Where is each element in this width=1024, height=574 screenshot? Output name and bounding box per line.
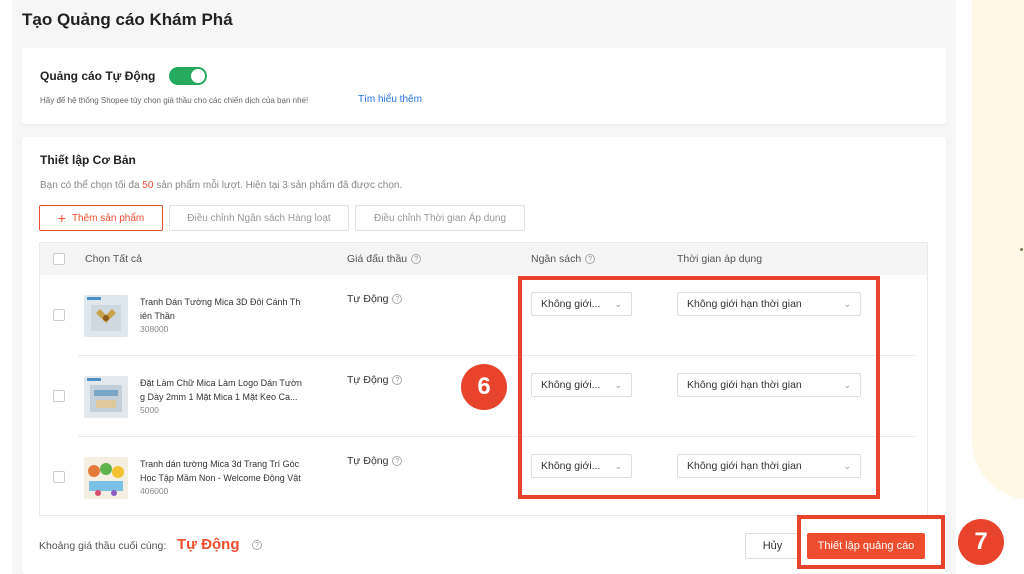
table-header: Chọn Tất cả Giá đấu thầu? Ngân sách? Thờ… [40, 243, 927, 275]
col-time-label: Thời gian áp dụng [677, 253, 763, 265]
step-6-badge: 6 [461, 364, 507, 410]
bid-label: Tự Động [347, 374, 389, 386]
product-name-line: Đặt Làm Chữ Mica Làm Logo Dán Tườn [140, 378, 302, 388]
product-limit-text: Bạn có thể chọn tối đa 50 sản phẩm mỗi l… [40, 180, 402, 191]
product-price: 5000 [140, 405, 159, 415]
product-name-line: Học Tập Mầm Non - Welcome Động Vật [140, 473, 301, 483]
bulk-time-button[interactable]: Điều chỉnh Thời gian Áp dụng [355, 205, 525, 231]
bid-value: Tự Động? [347, 293, 403, 305]
learn-more-link[interactable]: Tìm hiểu thêm [358, 94, 422, 105]
limit-prefix: Bạn có thể chọn tối đa [40, 180, 143, 191]
side-dot [1020, 248, 1023, 251]
bulk-budget-button[interactable]: Điều chỉnh Ngân sách Hàng loạt [169, 205, 349, 231]
help-icon[interactable]: ? [252, 540, 262, 550]
page-title: Tạo Quảng cáo Khám Phá [22, 10, 233, 29]
bid-label: Tự Động [347, 455, 389, 467]
limit-suffix: sản phẩm mỗi lượt. Hiện tại 3 sản phẩm đ… [153, 180, 403, 191]
product-thumbnail [84, 376, 128, 418]
bid-label: Tự Động [347, 293, 389, 305]
bid-value: Tự Động? [347, 374, 403, 386]
select-all-checkbox[interactable] [53, 253, 65, 265]
product-name-line: g Dày 2mm 1 Mặt Mica 1 Mặt Keo Ca... [140, 392, 298, 402]
help-icon[interactable]: ? [392, 375, 403, 385]
auto-ads-toggle[interactable] [169, 67, 207, 85]
step-7-highlight [797, 515, 945, 569]
cancel-button[interactable]: Hủy [745, 533, 800, 559]
auto-ads-card: Quảng cáo Tự Động Hãy để hệ thống Shopee… [22, 48, 946, 124]
product-price: 406000 [140, 486, 169, 496]
help-icon[interactable]: ? [585, 254, 596, 264]
col-budget-label: Ngân sách [531, 253, 582, 265]
help-icon[interactable]: ? [392, 294, 403, 304]
col-select-all: Chọn Tất cả [85, 253, 142, 265]
section-title: Thiết lập Cơ Bản [40, 153, 136, 167]
product-thumbnail [84, 295, 128, 337]
row-checkbox[interactable] [53, 471, 65, 483]
add-product-button[interactable]: + Thêm sản phẩm [39, 205, 163, 231]
auto-ads-hint: Hãy để hệ thống Shopee tùy chọn giá thầu… [40, 96, 309, 105]
step-6-highlight [518, 276, 880, 499]
toggle-knob [191, 69, 205, 83]
auto-ads-label: Quảng cáo Tự Động [40, 69, 156, 83]
step-7-badge: 7 [958, 519, 1004, 565]
plus-icon: + [57, 210, 66, 226]
col-bid-label: Giá đấu thầu [347, 253, 408, 265]
product-thumbnail [84, 457, 128, 499]
row-checkbox[interactable] [53, 390, 65, 402]
col-time: Thời gian áp dụng [677, 253, 762, 265]
help-icon[interactable]: ? [411, 254, 422, 264]
row-checkbox[interactable] [53, 309, 65, 321]
final-bid-label: Khoảng giá thầu cuối cùng: [39, 540, 167, 552]
col-bid: Giá đấu thầu? [347, 253, 422, 265]
screen: Tạo Quảng cáo Khám Phá Quảng cáo Tự Động… [0, 0, 1024, 574]
product-name-line: Tranh Dán Tường Mica 3D Đôi Cánh Th [140, 297, 301, 307]
help-icon[interactable]: ? [392, 456, 403, 466]
product-name: Đặt Làm Chữ Mica Làm Logo Dán Tườn g Dày… [140, 376, 310, 404]
product-name: Tranh Dán Tường Mica 3D Đôi Cánh Th iên … [140, 295, 310, 323]
col-budget: Ngân sách? [531, 253, 596, 265]
add-product-label: Thêm sản phẩm [71, 212, 145, 224]
col-select-all-label: Chọn Tất cả [85, 253, 143, 265]
product-name-line: Tranh dán tường Mica 3d Trang Trí Góc [140, 459, 300, 469]
side-decoration [972, 0, 1024, 500]
product-name-line: iên Thần [140, 311, 175, 321]
product-price: 308000 [140, 324, 169, 334]
final-bid-value: Tự Động [177, 536, 240, 553]
product-name: Tranh dán tường Mica 3d Trang Trí Góc Họ… [140, 457, 310, 485]
limit-count: 50 [142, 180, 154, 191]
bid-value: Tự Động? [347, 455, 403, 467]
